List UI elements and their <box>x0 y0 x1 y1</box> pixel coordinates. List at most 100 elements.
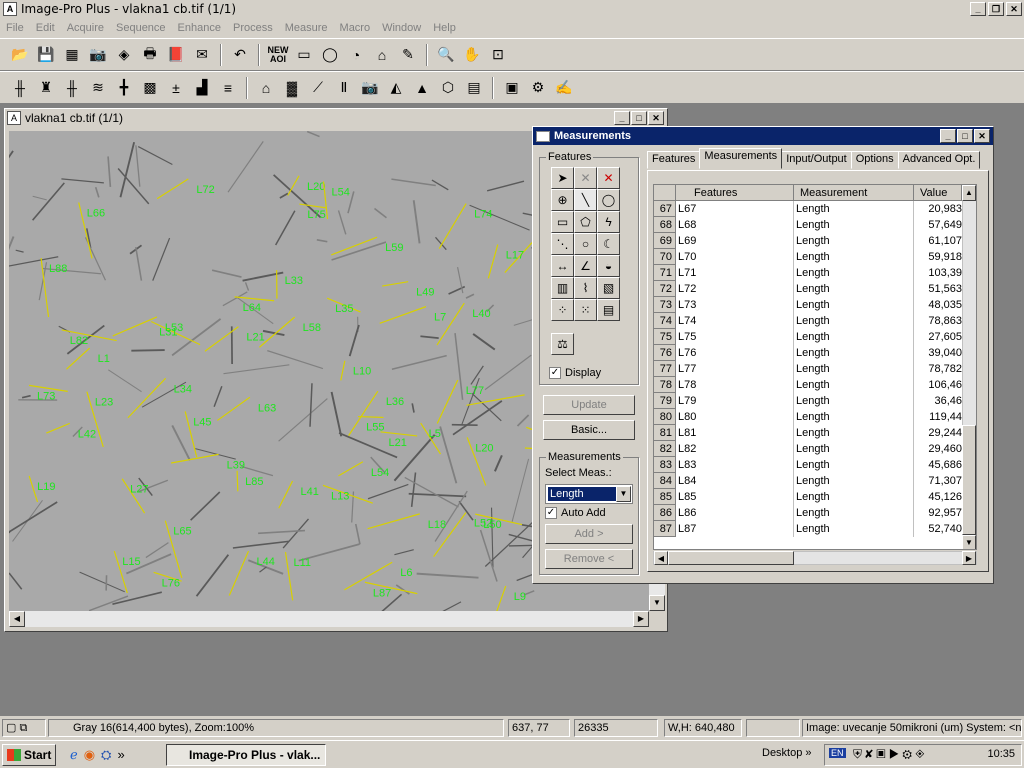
add-button[interactable]: Add > <box>545 524 633 544</box>
table-row[interactable]: 72 L72 Length 51,563 <box>654 281 976 297</box>
magic-line-icon[interactable]: ⁘ <box>551 299 574 321</box>
column-header-features[interactable]: Features <box>676 185 794 201</box>
table-row[interactable]: 77 L77 Length 78,782 <box>654 361 976 377</box>
table-row[interactable]: 84 L84 Length 71,307 <box>654 473 976 489</box>
macro-run-icon[interactable]: ▣ <box>500 76 524 100</box>
table-row[interactable]: 69 L69 Length 61,107 <box>654 233 976 249</box>
select-measurement-dropdown[interactable]: Length ▼ <box>545 484 633 504</box>
meas-maximize-button[interactable]: □ <box>957 129 973 143</box>
magic-wand-icon[interactable]: ⌂ <box>370 43 394 67</box>
save-icon[interactable]: 💾 <box>34 43 58 67</box>
menu-process[interactable]: Process <box>227 22 279 34</box>
menu-sequence[interactable]: Sequence <box>110 22 172 34</box>
language-indicator[interactable]: EN <box>829 748 846 758</box>
table-row[interactable]: 83 L83 Length 45,686 <box>654 457 976 473</box>
meas-close-button[interactable]: ✕ <box>974 129 990 143</box>
3d-cube-icon[interactable]: ⬡ <box>436 76 460 100</box>
scroll-left-icon[interactable]: ◀ <box>9 611 25 627</box>
tray-icons[interactable]: ⛨✘▣▶⚙◈ <box>853 747 928 762</box>
caliper-icon[interactable]: Ⅱ <box>332 76 356 100</box>
delete-all-icon[interactable]: ✕ <box>597 167 620 189</box>
table-row[interactable]: 87 L87 Length 52,740 <box>654 521 976 537</box>
chevron-right-icon[interactable]: » <box>117 747 124 763</box>
line-tool-icon[interactable]: ╲ <box>574 189 597 211</box>
table-row[interactable]: 82 L82 Length 29,460 <box>654 441 976 457</box>
chevron-down-icon[interactable]: ▼ <box>616 486 631 502</box>
histogram-equalize-icon[interactable]: ♜ <box>34 76 58 100</box>
taskbar-item-image-pro[interactable]: Image-Pro Plus - vlak... <box>166 744 326 766</box>
segmentation-icon[interactable]: ▓ <box>280 76 304 100</box>
levels-icon[interactable]: ╫ <box>8 76 32 100</box>
firefox-icon[interactable]: ◉ <box>84 747 95 763</box>
image-close-button[interactable]: ✕ <box>648 111 664 125</box>
macro-record-icon[interactable]: ⚙ <box>526 76 550 100</box>
table-row[interactable]: 68 L68 Length 57,649 <box>654 217 976 233</box>
table-row[interactable]: 70 L70 Length 59,918 <box>654 249 976 265</box>
data-table-icon[interactable]: ▤ <box>462 76 486 100</box>
table-scroll-down-icon[interactable]: ▼ <box>962 535 976 549</box>
arc-tool-icon[interactable]: ☾ <box>597 233 620 255</box>
image-minimize-button[interactable]: _ <box>614 111 630 125</box>
calibration-tool-icon[interactable]: ⚖ <box>551 333 574 355</box>
table-row[interactable]: 81 L81 Length 29,244 <box>654 425 976 441</box>
auto-add-checkbox[interactable]: ✓ <box>545 507 557 520</box>
mail-icon[interactable]: ✉ <box>190 43 214 67</box>
ie-icon[interactable]: ℯ <box>70 747 78 763</box>
menu-help[interactable]: Help <box>427 22 462 34</box>
rectangle-tool-icon[interactable]: ▭ <box>551 211 574 233</box>
ellipse-aoi-icon[interactable]: ◯ <box>318 43 342 67</box>
menu-measure[interactable]: Measure <box>279 22 334 34</box>
measure-icon[interactable]: ⟋ <box>306 76 330 100</box>
table-hscroll-thumb[interactable] <box>668 551 794 565</box>
scan-icon[interactable]: ◈ <box>112 43 136 67</box>
layers-icon[interactable]: ≋ <box>86 76 110 100</box>
meas-minimize-button[interactable]: _ <box>940 129 956 143</box>
book-icon[interactable]: 📕 <box>164 43 188 67</box>
table-row[interactable]: 85 L85 Length 45,126 <box>654 489 976 505</box>
arithmetic-icon[interactable]: ± <box>164 76 188 100</box>
column-header-measurement[interactable]: Measurement <box>794 185 914 201</box>
circle-2-tool-icon[interactable]: ○ <box>574 233 597 255</box>
auto-add-row[interactable]: ✓ Auto Add <box>545 507 606 520</box>
camera-capture-icon[interactable]: 📷 <box>86 43 110 67</box>
macro-edit-icon[interactable]: ✍ <box>552 76 576 100</box>
thin-line-tool-icon[interactable]: ⋱ <box>551 233 574 255</box>
tab-advanced-options[interactable]: Advanced Opt. <box>897 151 981 169</box>
display-checkbox-row[interactable]: ✓ Display <box>549 367 601 380</box>
measurements-table[interactable]: Features Measurement Value 67 L67 Length 20… <box>653 184 977 550</box>
table-row[interactable]: 74 L74 Length 78,863 <box>654 313 976 329</box>
scroll-down-icon[interactable]: ▼ <box>649 595 665 611</box>
notes-tool-icon[interactable]: ▤ <box>597 299 620 321</box>
open-icon[interactable]: 📂 <box>8 43 32 67</box>
table-scroll-right-icon[interactable]: ▶ <box>962 551 976 565</box>
grid-icon[interactable]: ▦ <box>60 43 84 67</box>
zoom-icon[interactable]: 🔍 <box>434 43 458 67</box>
menu-enhance[interactable]: Enhance <box>172 22 227 34</box>
protractor-tool-icon[interactable]: ◒ <box>597 255 620 277</box>
pencil-icon[interactable]: ✎ <box>396 43 420 67</box>
desktop-toolbar[interactable]: Desktop » <box>762 747 812 759</box>
table-row[interactable]: 71 L71 Length 103,39 <box>654 265 976 281</box>
tab-measurements[interactable]: Measurements <box>699 148 783 169</box>
table-row[interactable]: 75 L75 Length 27,605 <box>654 329 976 345</box>
select-arrow-icon[interactable]: ➤ <box>551 167 574 189</box>
basic-button[interactable]: Basic... <box>543 420 635 440</box>
cluster-tool-icon[interactable]: ⁙ <box>574 299 597 321</box>
table-scroll-thumb[interactable] <box>962 425 976 535</box>
snapshot-icon[interactable]: 📷 <box>358 76 382 100</box>
table-horizontal-scrollbar[interactable]: ◀ ▶ <box>653 551 977 565</box>
point-tool-icon[interactable]: ⊕ <box>551 189 574 211</box>
auto-trace-icon[interactable]: ▧ <box>597 277 620 299</box>
histogram-icon[interactable]: ▲ <box>410 76 434 100</box>
tab-input-output[interactable]: Input/Output <box>781 151 852 169</box>
table-row[interactable]: 86 L86 Length 92,957 <box>654 505 976 521</box>
display-checkbox[interactable]: ✓ <box>549 367 561 380</box>
menu-window[interactable]: Window <box>376 22 427 34</box>
tab-features[interactable]: Features <box>647 151 701 169</box>
image-horizontal-scrollbar[interactable]: ◀ ▶ <box>9 611 649 627</box>
quadrant-icon[interactable]: ╋ <box>112 76 136 100</box>
menu-file[interactable]: File <box>0 22 30 34</box>
update-button[interactable]: Update <box>543 395 635 415</box>
close-button[interactable]: ✕ <box>1006 2 1022 16</box>
table-vertical-scrollbar[interactable]: ▲ ▼ <box>962 185 976 549</box>
